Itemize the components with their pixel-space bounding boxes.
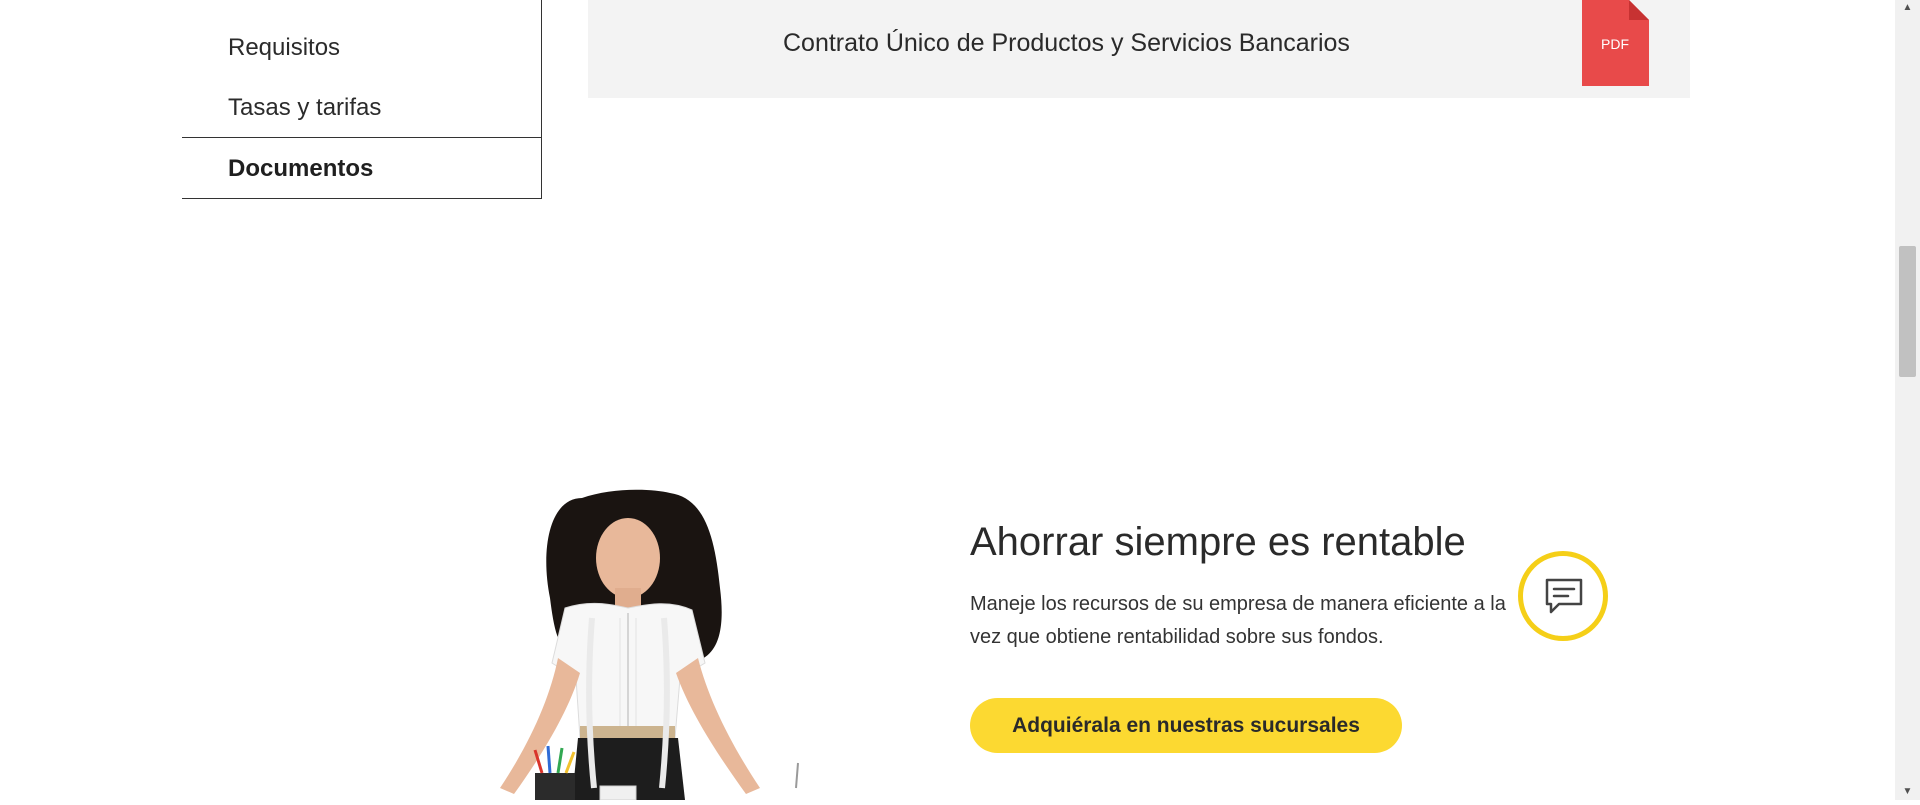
scroll-down-icon[interactable]: ▼ (1895, 784, 1920, 800)
promo-title: Ahorrar siempre es rentable (970, 520, 1466, 564)
sidebar-divider (182, 137, 541, 138)
chat-button[interactable] (1518, 551, 1608, 641)
promo-person-image (480, 488, 820, 801)
side-navigation: Requisitos Tasas y tarifas Documentos (182, 0, 542, 199)
vertical-scrollbar[interactable]: ▲ ▼ (1895, 0, 1920, 800)
scrollbar-thumb[interactable] (1899, 246, 1916, 377)
sidebar-item-requisitos[interactable]: Requisitos (228, 34, 340, 62)
acquire-at-branches-button[interactable]: Adquiérala en nuestras sucursales (970, 698, 1402, 753)
promo-description: Maneje los recursos de su empresa de man… (970, 593, 1506, 648)
scroll-up-icon[interactable]: ▲ (1895, 0, 1920, 16)
pdf-label: PDF (1601, 36, 1629, 52)
sidebar-item-tasas-y-tarifas[interactable]: Tasas y tarifas (228, 94, 381, 122)
document-title-link[interactable]: Contrato Único de Productos y Servicios … (783, 29, 1350, 58)
sidebar-item-documentos[interactable]: Documentos (228, 155, 373, 183)
document-row: Contrato Único de Productos y Servicios … (588, 0, 1690, 98)
chat-bubble-icon (1545, 578, 1583, 614)
pdf-file-icon[interactable]: PDF (1582, 0, 1649, 86)
